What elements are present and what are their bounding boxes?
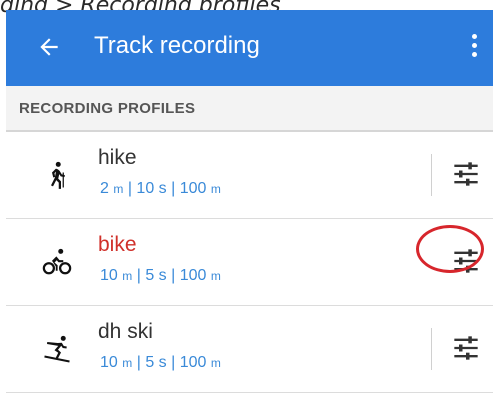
profile-name: dh ski [98,320,153,343]
bike-icon [42,248,72,275]
page-title: Track recording [94,32,260,59]
more-options-icon[interactable] [469,34,479,62]
profile-row-hike[interactable]: hike 2 m | 10 s | 100 m [6,132,493,219]
profile-row-bike[interactable]: bike 10 m | 5 s | 100 m [6,219,493,306]
profile-name: hike [98,146,137,169]
highlight-circle-annotation [416,225,484,273]
profile-settings-summary: 10 m | 5 s | 100 m [100,354,221,371]
app-screen: Track recording RECORDING PROFILES hike … [6,10,493,396]
profile-settings-summary: 10 m | 5 s | 100 m [100,267,221,284]
hiker-icon [51,161,65,189]
back-arrow-icon[interactable] [36,34,62,60]
profile-row-dh-ski[interactable]: dh ski 10 m | 5 s | 100 m [6,306,493,393]
app-bar: Track recording [6,10,493,86]
profile-settings-summary: 2 m | 10 s | 100 m [100,180,221,197]
tune-settings-icon[interactable] [452,334,480,362]
section-header-label: RECORDING PROFILES [19,100,196,117]
row-divider [431,154,432,196]
section-header: RECORDING PROFILES [6,86,493,132]
tune-settings-icon[interactable] [452,160,480,188]
skier-icon [44,335,70,363]
row-divider [431,328,432,370]
profile-name: bike [98,233,137,256]
